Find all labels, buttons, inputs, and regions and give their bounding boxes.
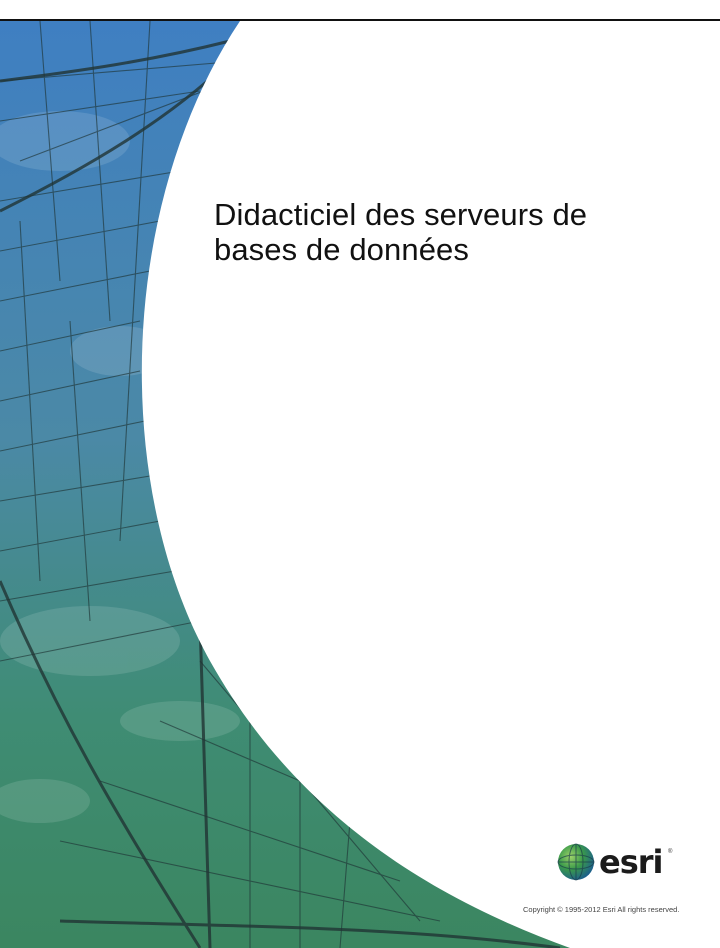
logo-wordmark: esri bbox=[599, 843, 663, 881]
document-title: Didacticiel des serveurs de bases de don… bbox=[214, 197, 684, 267]
title-line-2: bases de données bbox=[214, 232, 469, 267]
map-artwork bbox=[0, 21, 570, 948]
esri-logo: esri ® bbox=[556, 842, 676, 888]
copyright-notice: Copyright © 1995-2012 Esri All rights re… bbox=[523, 905, 680, 914]
globe-icon bbox=[557, 843, 595, 881]
title-line-1: Didacticiel des serveurs de bbox=[214, 197, 588, 232]
trademark-symbol: ® bbox=[668, 849, 673, 855]
